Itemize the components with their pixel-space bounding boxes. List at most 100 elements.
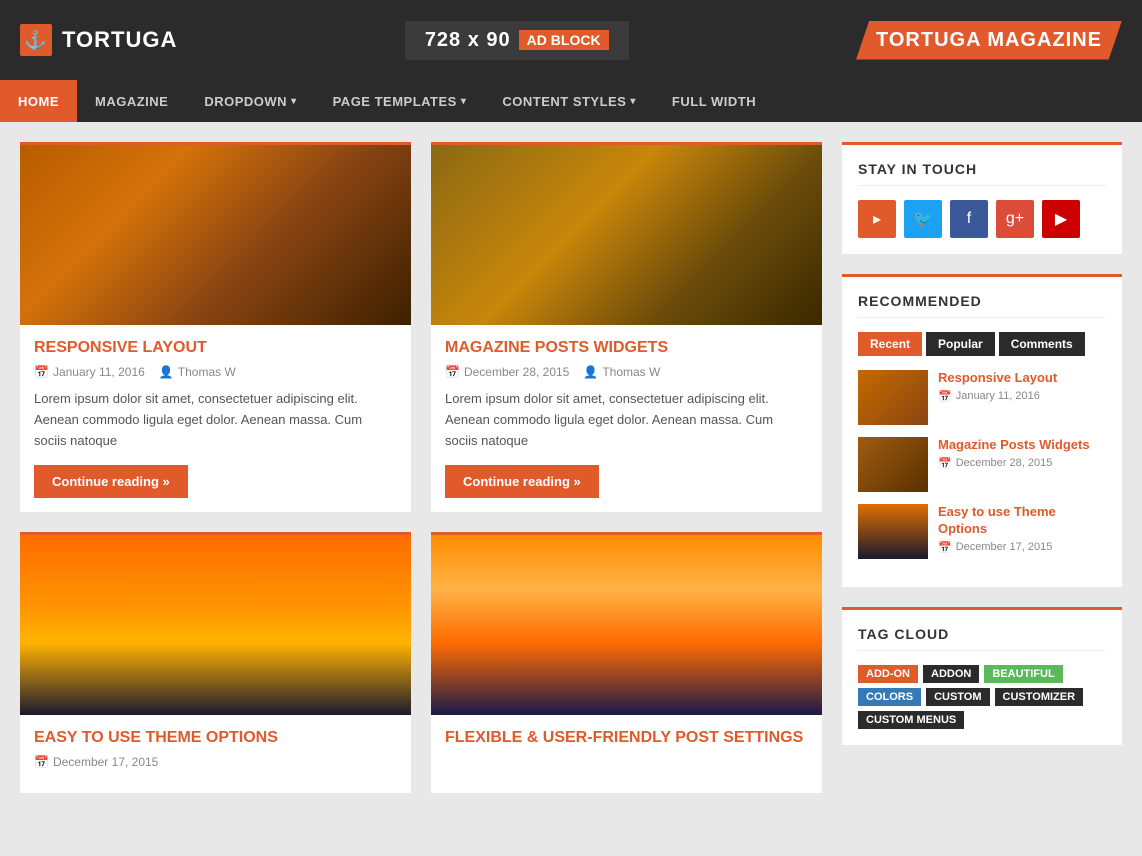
post-3-body: EASY TO USE THEME OPTIONS 📅 December 17,… — [20, 715, 411, 793]
recommended-tabs: Recent Popular Comments — [858, 332, 1106, 356]
twitter-icon: 🐦 — [913, 209, 933, 229]
rec-2-date: 📅 December 28, 2015 — [938, 457, 1090, 470]
post-card-3: EASY TO USE THEME OPTIONS 📅 December 17,… — [20, 532, 411, 793]
page-templates-arrow: ▾ — [461, 96, 467, 107]
rec-3-image — [858, 504, 928, 559]
main-navigation: HOME MAGAZINE DROPDOWN ▾ PAGE TEMPLATES … — [0, 80, 1142, 122]
post-4-body: FLEXIBLE & USER-FRIENDLY POST SETTINGS — [431, 715, 822, 769]
post-1-meta: 📅 January 11, 2016 👤 Thomas W — [34, 365, 397, 379]
tag-custom-menus[interactable]: CUSTOM MENUS — [858, 711, 964, 729]
tag-cloud: ADD-ON ADDON BEAUTIFUL COLORS CUSTOM CUS… — [858, 665, 1106, 729]
post-2-body: MAGAZINE POSTS WIDGETS 📅 December 28, 20… — [431, 325, 822, 512]
post-card-1: RESPONSIVE LAYOUT 📅 January 11, 2016 👤 T… — [20, 142, 411, 512]
post-3-date: 📅 December 17, 2015 — [34, 755, 158, 769]
nav-item-content-styles[interactable]: CONTENT STYLES ▾ — [484, 80, 654, 122]
cal-icon-rec2: 📅 — [938, 457, 952, 470]
post-1-image — [20, 145, 411, 325]
rec-1-date: 📅 January 11, 2016 — [938, 390, 1057, 403]
post-2-read-more[interactable]: Continue reading » — [445, 465, 599, 498]
calendar-icon: 📅 — [34, 365, 49, 379]
rec-2-info: Magazine Posts Widgets 📅 December 28, 20… — [938, 437, 1090, 470]
calendar-icon-3: 📅 — [34, 755, 49, 769]
rec-1-title[interactable]: Responsive Layout — [938, 370, 1057, 387]
tag-customizer[interactable]: CUSTOMIZER — [995, 688, 1084, 706]
post-2-title[interactable]: MAGAZINE POSTS WIDGETS — [445, 339, 808, 357]
rec-item-1: Responsive Layout 📅 January 11, 2016 — [858, 370, 1106, 425]
post-card-2: MAGAZINE POSTS WIDGETS 📅 December 28, 20… — [431, 142, 822, 512]
rss-button[interactable]: ▸ — [858, 200, 896, 238]
rec-3-title[interactable]: Easy to use Theme Options — [938, 504, 1106, 538]
post-2-image — [431, 145, 822, 325]
recommended-title: RECOMMENDED — [858, 293, 1106, 318]
author-icon-2: 👤 — [583, 365, 598, 379]
tab-popular[interactable]: Popular — [926, 332, 995, 356]
nav-item-home[interactable]: HOME — [0, 80, 77, 122]
tag-addon2[interactable]: ADDON — [923, 665, 979, 683]
brand-text: TORTUGA MAGAZINE — [856, 21, 1122, 60]
post-1-excerpt: Lorem ipsum dolor sit amet, consectetuer… — [34, 389, 397, 451]
nav-item-full-width[interactable]: FULL WIDTH — [654, 80, 774, 122]
tag-addon[interactable]: ADD-ON — [858, 665, 918, 683]
facebook-icon: f — [967, 210, 971, 228]
rec-item-3: Easy to use Theme Options 📅 December 17,… — [858, 504, 1106, 559]
dropdown-arrow: ▾ — [291, 96, 297, 107]
tag-colors[interactable]: COLORS — [858, 688, 921, 706]
post-1-author: 👤 Thomas W — [159, 365, 236, 379]
tag-cloud-widget: TAG CLOUD ADD-ON ADDON BEAUTIFUL COLORS … — [842, 607, 1122, 745]
tab-recent[interactable]: Recent — [858, 332, 922, 356]
google-plus-button[interactable]: g+ — [996, 200, 1034, 238]
post-3-meta: 📅 December 17, 2015 — [34, 755, 397, 769]
rec-3-date: 📅 December 17, 2015 — [938, 541, 1106, 554]
rec-item-2: Magazine Posts Widgets 📅 December 28, 20… — [858, 437, 1106, 492]
post-4-title[interactable]: FLEXIBLE & USER-FRIENDLY POST SETTINGS — [445, 729, 808, 747]
author-icon: 👤 — [159, 365, 174, 379]
cal-icon-rec1: 📅 — [938, 390, 952, 403]
ad-badge: AD BLOCK — [519, 30, 609, 50]
site-logo[interactable]: ⚓ TORTUGA — [20, 24, 177, 56]
youtube-icon: ▶ — [1055, 209, 1067, 229]
post-1-read-more[interactable]: Continue reading » — [34, 465, 188, 498]
header-ad-area: 728 x 90 AD BLOCK — [197, 21, 836, 60]
youtube-button[interactable]: ▶ — [1042, 200, 1080, 238]
logo-icon: ⚓ — [20, 24, 52, 56]
tag-cloud-title: TAG CLOUD — [858, 626, 1106, 651]
rec-2-title[interactable]: Magazine Posts Widgets — [938, 437, 1090, 454]
tag-custom[interactable]: CUSTOM — [926, 688, 989, 706]
post-1-title[interactable]: RESPONSIVE LAYOUT — [34, 339, 397, 357]
post-3-image — [20, 535, 411, 715]
calendar-icon-2: 📅 — [445, 365, 460, 379]
facebook-button[interactable]: f — [950, 200, 988, 238]
post-4-image — [431, 535, 822, 715]
post-2-meta: 📅 December 28, 2015 👤 Thomas W — [445, 365, 808, 379]
twitter-button[interactable]: 🐦 — [904, 200, 942, 238]
google-plus-icon: g+ — [1006, 210, 1024, 228]
social-icons: ▸ 🐦 f g+ ▶ — [858, 200, 1106, 238]
post-3-title[interactable]: EASY TO USE THEME OPTIONS — [34, 729, 397, 747]
tab-comments[interactable]: Comments — [999, 332, 1085, 356]
post-2-date: 📅 December 28, 2015 — [445, 365, 569, 379]
nav-item-magazine[interactable]: MAGAZINE — [77, 80, 186, 122]
logo-text: TORTUGA — [62, 27, 177, 53]
rec-1-image — [858, 370, 928, 425]
rec-3-info: Easy to use Theme Options 📅 December 17,… — [938, 504, 1106, 554]
rec-1-info: Responsive Layout 📅 January 11, 2016 — [938, 370, 1057, 403]
ad-block: 728 x 90 AD BLOCK — [405, 21, 629, 60]
post-card-4: FLEXIBLE & USER-FRIENDLY POST SETTINGS — [431, 532, 822, 793]
ad-dimensions: 728 x 90 — [425, 29, 511, 52]
site-header: ⚓ TORTUGA 728 x 90 AD BLOCK TORTUGA MAGA… — [0, 0, 1142, 80]
rec-2-image — [858, 437, 928, 492]
stay-in-touch-title: STAY IN TOUCH — [858, 161, 1106, 186]
content-styles-arrow: ▾ — [630, 96, 636, 107]
post-1-date: 📅 January 11, 2016 — [34, 365, 145, 379]
main-content: RESPONSIVE LAYOUT 📅 January 11, 2016 👤 T… — [20, 142, 822, 793]
post-2-excerpt: Lorem ipsum dolor sit amet, consectetuer… — [445, 389, 808, 451]
recommended-widget: RECOMMENDED Recent Popular Comments Resp… — [842, 274, 1122, 587]
nav-item-dropdown[interactable]: DROPDOWN ▾ — [186, 80, 314, 122]
tag-beautiful[interactable]: BEAUTIFUL — [984, 665, 1062, 683]
nav-item-page-templates[interactable]: PAGE TEMPLATES ▾ — [315, 80, 485, 122]
page-layout: RESPONSIVE LAYOUT 📅 January 11, 2016 👤 T… — [0, 122, 1142, 813]
post-2-author: 👤 Thomas W — [583, 365, 660, 379]
sidebar: STAY IN TOUCH ▸ 🐦 f g+ ▶ — [842, 142, 1122, 793]
cal-icon-rec3: 📅 — [938, 541, 952, 554]
rss-icon: ▸ — [873, 209, 881, 229]
